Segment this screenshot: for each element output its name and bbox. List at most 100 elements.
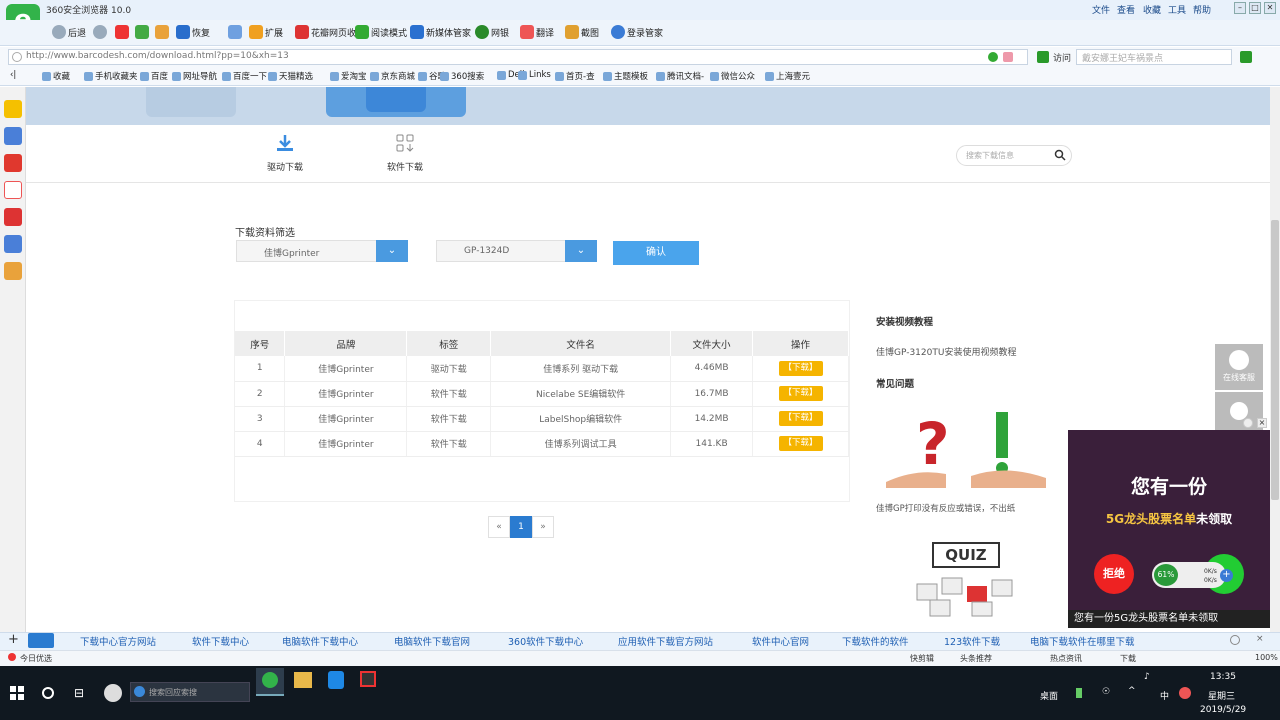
online-service-button[interactable]: 在线客服 [1215, 344, 1263, 390]
app-icon[interactable] [104, 684, 122, 702]
search-icon[interactable] [1240, 51, 1252, 63]
faq-image[interactable]: ? [876, 404, 1056, 494]
windows-start-icon[interactable] [10, 686, 24, 700]
pagination-prev[interactable]: « [488, 516, 510, 538]
device-button[interactable] [228, 25, 242, 39]
translate-button[interactable]: 翻译 [520, 25, 554, 39]
status-left-text[interactable]: 今日优选 [20, 653, 52, 664]
status-item-news[interactable]: 热点资讯 [1050, 653, 1082, 664]
plus-icon[interactable]: + [1220, 569, 1233, 582]
video-link[interactable]: 佳博GP-3120TU安装使用视频教程 [876, 345, 1016, 358]
status-item-download[interactable]: 下载 [1120, 653, 1136, 664]
quiz-image[interactable]: QUIZ [912, 538, 1022, 620]
hot-link[interactable]: 电脑软件下载官网 [394, 634, 470, 648]
scrollbar-thumb[interactable] [1271, 220, 1279, 500]
weibo-icon[interactable] [4, 154, 22, 172]
bookmark-item[interactable]: 爱淘宝 [330, 70, 367, 82]
volume-icon[interactable]: ♪ [1144, 672, 1150, 682]
restore-button[interactable]: 恢复 [176, 25, 210, 39]
bank-button[interactable]: 网银 [475, 25, 509, 39]
clock-date[interactable]: 2019/5/29 [1200, 705, 1246, 715]
pagination-next[interactable]: » [532, 516, 554, 538]
file-explorer-icon[interactable] [294, 672, 312, 688]
chevron-up-icon[interactable]: ^ [1128, 686, 1136, 696]
bookmark-item[interactable]: 收藏 [42, 70, 70, 82]
download-button[interactable]: 【下载】 [778, 386, 823, 401]
maximize-button[interactable]: □ [1249, 2, 1261, 14]
cortana-icon[interactable] [42, 687, 54, 699]
notebook-icon[interactable] [4, 262, 22, 280]
star-icon[interactable] [4, 100, 22, 118]
ad-decline-button[interactable]: 拒绝 [1094, 554, 1134, 594]
visit-button[interactable]: 访问 [1053, 51, 1071, 64]
screenshot-button[interactable]: 截图 [565, 25, 599, 39]
tab-software-download[interactable]: 软件下载 [378, 133, 432, 173]
bookmark-item[interactable]: 天猫精选 [268, 70, 313, 82]
desktop-label[interactable]: 桌面 [1040, 689, 1058, 702]
bookmark-toggle-icon[interactable]: ‹| [10, 70, 16, 80]
chevron-down-icon[interactable]: ⌄ [376, 240, 408, 262]
hot-link[interactable]: 下载中心官方网站 [80, 634, 156, 648]
bookmark-item[interactable]: 腾讯文档- [656, 70, 704, 82]
faq-item[interactable]: 佳博GP打印没有反应或错误，不出纸 [876, 502, 1015, 514]
reader-button[interactable]: 阅读模式 [355, 25, 407, 39]
close-icon[interactable]: × [1256, 634, 1264, 644]
bookmark-item[interactable]: 手机收藏夹 [84, 70, 138, 82]
game-icon[interactable] [4, 208, 22, 226]
clock-time[interactable]: 13:35 [1210, 672, 1236, 682]
home-button[interactable] [155, 25, 169, 39]
forward-button[interactable] [93, 25, 107, 39]
extend-button[interactable]: 扩展 [249, 25, 283, 39]
bookmark-item[interactable]: 主题模板 [603, 70, 648, 82]
ad-close-icon[interactable]: × [1257, 418, 1267, 428]
bookmark-item[interactable]: 360搜索 [440, 70, 484, 82]
security-icon[interactable] [988, 52, 998, 62]
menu-favorites[interactable]: 收藏 [1143, 3, 1161, 16]
sogou-icon[interactable] [1179, 687, 1191, 699]
recorder-icon[interactable] [360, 671, 376, 687]
battery-icon[interactable] [1076, 688, 1082, 698]
app-u-icon[interactable] [328, 671, 344, 689]
hot-link[interactable]: 360软件下载中心 [508, 634, 583, 648]
news-icon[interactable] [4, 127, 22, 145]
download-button[interactable]: 【下载】 [778, 411, 823, 426]
people-icon[interactable]: ☉ [1102, 687, 1110, 697]
search-icon[interactable] [1054, 149, 1066, 161]
lightning-icon[interactable] [1003, 52, 1013, 62]
menu-tools[interactable]: 工具 [1168, 3, 1186, 16]
status-item-clip[interactable]: 快剪辑 [910, 653, 934, 664]
search-icon[interactable] [28, 633, 54, 648]
zoom-level[interactable]: 100% [1255, 653, 1278, 662]
add-tab-icon[interactable]: + [8, 632, 19, 647]
ime-indicator[interactable]: 中 [1160, 689, 1169, 702]
bookmark-item[interactable]: Links [518, 70, 551, 80]
ad-settings-icon[interactable] [1243, 418, 1253, 428]
bookmark-item[interactable]: 微信公众 [710, 70, 755, 82]
bookmark-item[interactable]: 网址导航 [172, 70, 217, 82]
bookmark-item[interactable]: 百度 [140, 70, 168, 82]
pagination-current[interactable]: 1 [510, 516, 532, 538]
hot-link[interactable]: 软件下载中心 [192, 634, 249, 648]
bookmark-item[interactable]: 京东商城 [370, 70, 415, 82]
download-button[interactable]: 【下载】 [778, 436, 823, 451]
flower-button[interactable]: 花瓣网页收 [295, 25, 356, 39]
login-button[interactable]: 登录管家 [611, 25, 663, 39]
hot-link[interactable]: 电脑下载软件在哪里下载 [1030, 634, 1135, 648]
phone-service-button[interactable] [1215, 392, 1263, 430]
ad-popup[interactable] [1068, 430, 1270, 628]
bookmark-item[interactable]: 上海壹元 [765, 70, 810, 82]
settings-icon[interactable] [1230, 635, 1240, 645]
hot-link[interactable]: 下载软件的软件 [842, 634, 909, 648]
menu-help[interactable]: 帮助 [1193, 3, 1211, 16]
chevron-down-icon[interactable]: ⌄ [565, 240, 597, 262]
clock-weekday[interactable]: 星期三 [1208, 689, 1235, 702]
confirm-button[interactable]: 确认 [613, 241, 699, 265]
status-item-headline[interactable]: 头条推荐 [960, 653, 992, 664]
task-view-icon[interactable]: ⊟ [74, 686, 84, 700]
bookmark-item[interactable]: 百度一下 [222, 70, 267, 82]
download-button[interactable]: 【下载】 [778, 360, 823, 376]
stop-button[interactable] [115, 25, 129, 39]
menu-file[interactable]: 文件 [1092, 3, 1110, 16]
hot-link[interactable]: 应用软件下载官方网站 [618, 634, 713, 648]
go-arrow-icon[interactable] [1037, 51, 1049, 63]
